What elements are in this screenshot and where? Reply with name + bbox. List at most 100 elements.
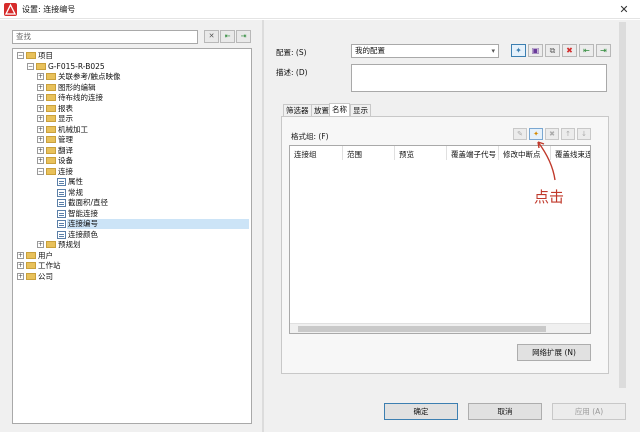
config-label: 配置: (S) <box>276 48 307 57</box>
tree-item-label: 智能连接 <box>68 208 98 218</box>
tree-item[interactable]: + 设备 <box>13 156 249 166</box>
cancel-button[interactable]: 取消 <box>468 403 542 420</box>
folder-icon <box>46 94 56 101</box>
tree-item-label: 显示 <box>58 114 73 123</box>
expand-icon[interactable]: + <box>37 125 44 133</box>
import-icon[interactable]: ⇤ <box>220 30 235 43</box>
tree-item[interactable]: + 待布线的连接 <box>13 93 249 103</box>
folder-icon <box>46 241 56 248</box>
tree-item-label: 截面积/直径 <box>68 198 109 207</box>
tree-item-label: 设备 <box>58 156 73 165</box>
column-header[interactable]: 覆盖端子代号 <box>451 149 496 160</box>
search-input[interactable]: 查找 <box>12 30 198 44</box>
tree-item-label: 翻译 <box>58 145 73 155</box>
tree-item[interactable]: + 关联参考/触点映像 <box>13 72 249 82</box>
export-icon[interactable]: ⇥ <box>236 30 251 43</box>
copy-config-button[interactable]: ⧉ <box>545 44 560 57</box>
delete-config-button[interactable]: ✖ <box>562 44 577 57</box>
move-down-icon[interactable]: ↓ <box>577 128 591 140</box>
tree-item[interactable]: + 显示 <box>13 114 249 124</box>
tab-filter[interactable]: 筛选器 <box>283 104 312 116</box>
tree-item-label: 公司 <box>38 271 53 281</box>
expand-icon[interactable]: + <box>17 251 24 259</box>
annotation-arrow <box>537 141 556 181</box>
tree-item[interactable]: + 翻译 <box>13 146 249 156</box>
expand-icon[interactable]: + <box>37 136 44 143</box>
tree-item[interactable]: + 工作站 <box>13 261 249 271</box>
settings-tree[interactable]: − 项目 − G-F015-R-B025 + 关联参考/触点映像 + 图形的编辑 + 待布线的连接… <box>12 48 252 424</box>
tab-name[interactable]: 名称 <box>329 103 350 116</box>
folder-icon <box>46 157 56 164</box>
tree-item-label: 工作站 <box>38 261 61 270</box>
horizontal-scrollbar[interactable] <box>290 323 590 333</box>
config-select[interactable]: 我的配置 ▾ <box>351 44 499 58</box>
tree-item-label: 属性 <box>68 177 83 186</box>
tree-item[interactable]: 连接编号 <box>13 219 249 229</box>
collapse-icon[interactable]: − <box>27 62 34 70</box>
import-config-button[interactable]: ⇤ <box>579 44 594 57</box>
tree-item[interactable]: + 预规划 <box>13 240 249 250</box>
document-icon <box>57 209 66 218</box>
expand-icon[interactable]: + <box>17 262 24 269</box>
tab-display[interactable]: 显示 <box>350 104 371 116</box>
document-icon <box>57 220 66 228</box>
expand-icon[interactable]: + <box>37 241 44 248</box>
annotation-text: 点击 <box>534 188 565 206</box>
tree-item[interactable]: + 机械加工 <box>13 125 249 135</box>
folder-icon <box>46 115 56 122</box>
format-group-label: 格式组: (F) <box>291 132 329 141</box>
expand-icon[interactable]: + <box>37 94 44 101</box>
expand-icon[interactable]: + <box>37 83 44 91</box>
tree-item[interactable]: 智能连接 <box>13 209 249 219</box>
tree-item-label: 待布线的连接 <box>58 93 103 102</box>
tree-item-label: 项目 <box>38 51 53 60</box>
network-extension-button[interactable]: 网络扩展 (N) <box>517 344 591 361</box>
tree-item[interactable]: + 管理 <box>13 135 249 145</box>
tree-item[interactable]: + 报表 <box>13 104 249 114</box>
tree-item[interactable]: 常规 <box>13 188 249 198</box>
column-divider <box>446 146 447 160</box>
tree-item[interactable]: 属性 <box>13 177 249 187</box>
tree-item[interactable]: 连接颜色 <box>13 230 249 240</box>
folder-icon <box>46 146 56 154</box>
collapse-icon[interactable]: − <box>37 167 44 175</box>
chevron-down-icon: ▾ <box>491 47 495 55</box>
folder-icon <box>26 251 36 259</box>
scrollbar-thumb[interactable] <box>298 326 546 332</box>
expand-icon[interactable]: + <box>37 73 44 80</box>
expand-icon[interactable]: + <box>37 115 44 122</box>
save-config-button[interactable]: ▣ <box>528 44 543 57</box>
tree-item[interactable]: + 公司 <box>13 272 249 282</box>
tree-item-label: 连接 <box>58 166 73 176</box>
tree-item[interactable]: + 用户 <box>13 251 249 261</box>
close-icon[interactable]: ✕ <box>612 1 636 18</box>
column-header[interactable]: 连接组 <box>294 149 317 160</box>
expand-icon[interactable]: + <box>37 146 44 154</box>
tree-item-label: 报表 <box>58 103 73 113</box>
tree-item-label: 机械加工 <box>58 124 88 134</box>
apply-button[interactable]: 应用 (A) <box>552 403 626 420</box>
expand-icon[interactable]: + <box>17 272 24 280</box>
document-icon <box>57 230 66 239</box>
clear-search-icon[interactable]: ✕ <box>204 30 219 43</box>
edit-icon[interactable]: ✎ <box>513 128 527 140</box>
tree-item[interactable]: 截面积/直径 <box>13 198 249 208</box>
export-config-button[interactable]: ⇥ <box>596 44 611 57</box>
tree-item[interactable]: − G-F015-R-B025 <box>13 62 249 72</box>
ok-button[interactable]: 确定 <box>384 403 458 420</box>
tree-item[interactable]: − 连接 <box>13 167 249 177</box>
description-field[interactable] <box>351 64 607 92</box>
tree-item[interactable]: − 项目 <box>13 51 249 61</box>
column-header[interactable]: 范围 <box>347 149 362 160</box>
tree-item-label: 图形的编辑 <box>58 82 96 92</box>
expand-icon[interactable]: + <box>37 157 44 164</box>
folder-icon <box>46 125 56 133</box>
expand-icon[interactable]: + <box>37 104 44 112</box>
collapse-icon[interactable]: − <box>17 52 24 59</box>
vertical-scrollbar[interactable] <box>619 22 626 388</box>
new-config-button[interactable]: ✦ <box>511 44 526 57</box>
column-divider <box>498 146 499 160</box>
tree-item-label: G-F015-R-B025 <box>48 61 105 71</box>
column-header[interactable]: 预览 <box>399 149 414 160</box>
tree-item[interactable]: + 图形的编辑 <box>13 83 249 93</box>
